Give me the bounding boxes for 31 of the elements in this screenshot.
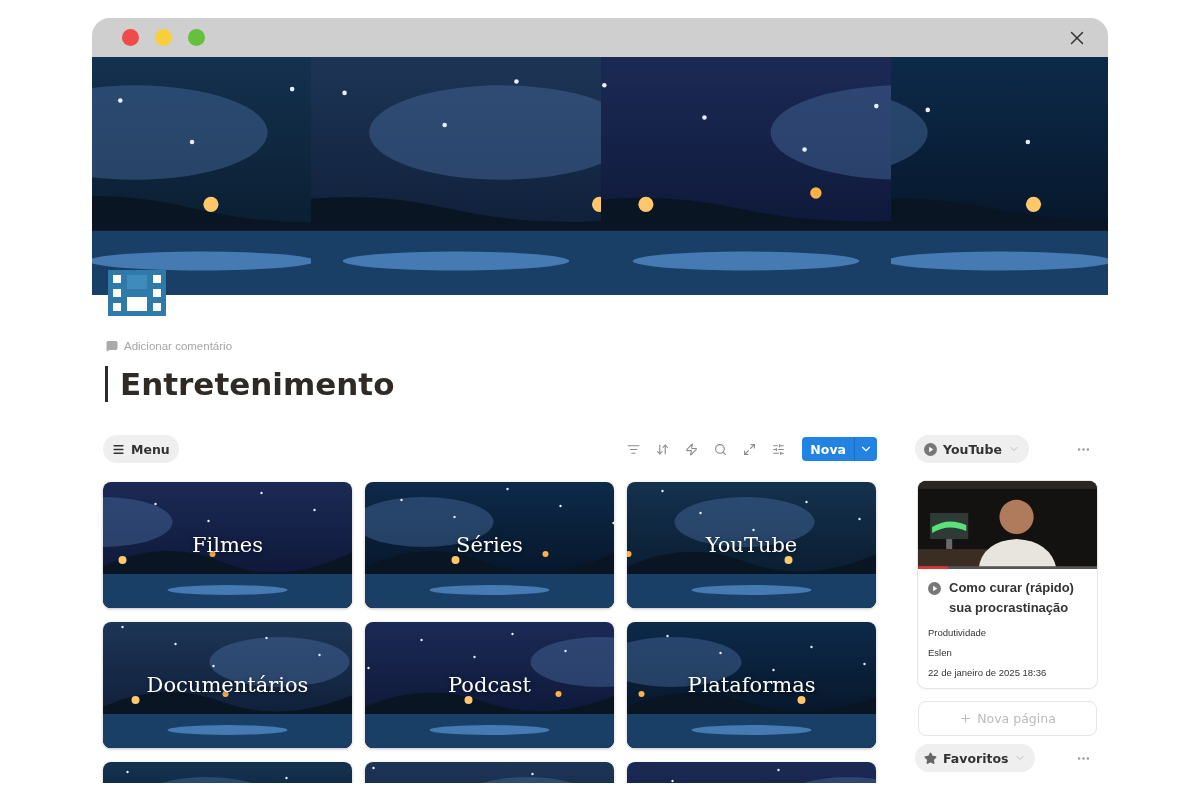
menu-icon <box>112 442 125 456</box>
property-value: 22 de janeiro de 2025 18:36 <box>928 667 1048 678</box>
menu-button[interactable]: Menu <box>103 435 179 463</box>
comment-icon <box>106 340 118 352</box>
gallery-card[interactable]: Podcast <box>365 622 614 748</box>
gallery-card[interactable]: Documentários <box>103 622 352 748</box>
film-icon <box>108 270 166 316</box>
gallery-card[interactable]: Filmes <box>103 482 352 608</box>
property-value: Eslen <box>928 647 953 658</box>
view-selector[interactable]: YouTube <box>915 435 1029 463</box>
gallery-card[interactable]: Plataformas <box>627 622 876 748</box>
video-card[interactable]: Como curar (rápido) sua procrastinação Produtividade Eslen 22 de janeiro de 2025 18:36 <box>918 481 1097 688</box>
page-title: Entretenimento <box>105 366 877 402</box>
star-icon <box>924 751 937 765</box>
window-control[interactable] <box>188 29 205 46</box>
gallery-card[interactable]: Séries <box>365 482 614 608</box>
favorites-selector[interactable]: Favoritos <box>915 744 1036 772</box>
gallery-card[interactable]: YouTube <box>627 482 876 608</box>
new-button[interactable]: Nova <box>802 437 877 461</box>
card-title: Podcast <box>447 673 532 697</box>
play-icon <box>928 582 941 595</box>
card-title: Plataformas <box>686 673 817 697</box>
play-icon <box>924 442 937 456</box>
window-control[interactable] <box>122 29 139 46</box>
plus-icon <box>959 712 973 725</box>
card-title: Séries <box>455 533 524 557</box>
card-title: Filmes <box>190 533 265 557</box>
card-title: YouTube <box>704 533 799 557</box>
property-value: Produtividade <box>928 627 988 638</box>
video-title: Como curar (rápido) sua procrastinação <box>949 579 1075 617</box>
card-title: Documentários <box>145 673 310 697</box>
